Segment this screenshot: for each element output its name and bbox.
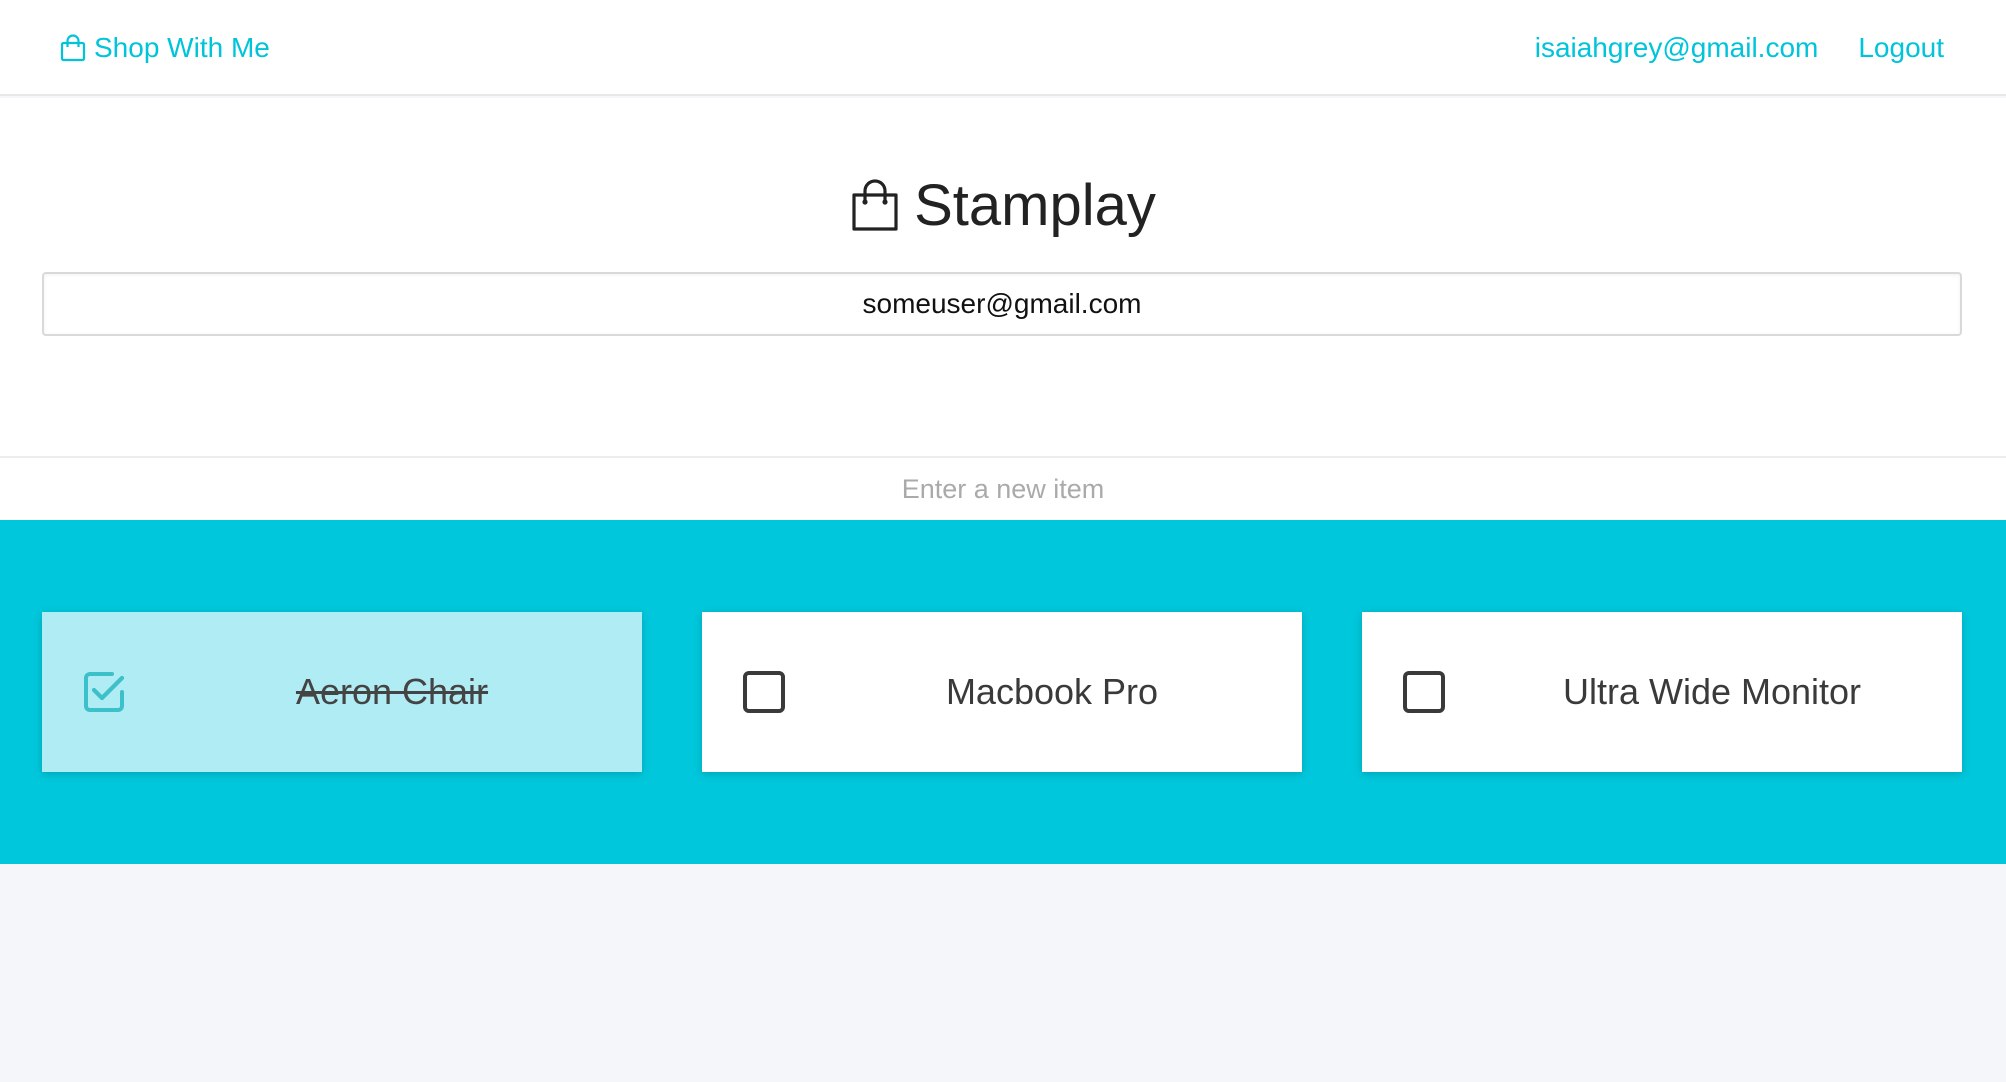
item-card[interactable]: Aeron Chair [42,612,642,772]
header-section: Stamplay [0,98,2006,456]
user-email-link[interactable]: isaiahgrey@gmail.com [1535,32,1819,64]
item-card[interactable]: Ultra Wide Monitor [1362,612,1962,772]
brand-label: Shop With Me [94,32,270,63]
shopping-bag-icon [850,178,900,233]
checkbox-unchecked-icon[interactable] [1402,670,1446,714]
nav-right: isaiahgrey@gmail.com Logout [1535,28,1944,68]
user-search-input[interactable] [42,272,1962,336]
shopping-bag-icon [60,34,86,62]
brand-link[interactable]: Shop With Me [60,28,270,68]
app-root: Shop With Me isaiahgrey@gmail.com Logout… [0,0,2006,1082]
logout-link[interactable]: Logout [1858,32,1944,64]
item-card[interactable]: Macbook Pro [702,612,1302,772]
item-label: Aeron Chair [295,671,489,712]
top-navbar: Shop With Me isaiahgrey@gmail.com Logout [0,0,2006,96]
new-item-bar [0,456,2006,520]
page-title: Stamplay [0,172,2006,239]
items-section: Aeron Chair Macbook Pro Ultra Wide Monit… [0,520,2006,864]
item-label: Ultra Wide Monitor [1562,671,1862,712]
checkbox-unchecked-icon[interactable] [742,670,786,714]
new-item-input[interactable] [0,458,2006,520]
item-label: Macbook Pro [945,671,1159,712]
checkbox-checked-icon[interactable] [82,670,126,714]
page-title-text: Stamplay [914,173,1156,238]
